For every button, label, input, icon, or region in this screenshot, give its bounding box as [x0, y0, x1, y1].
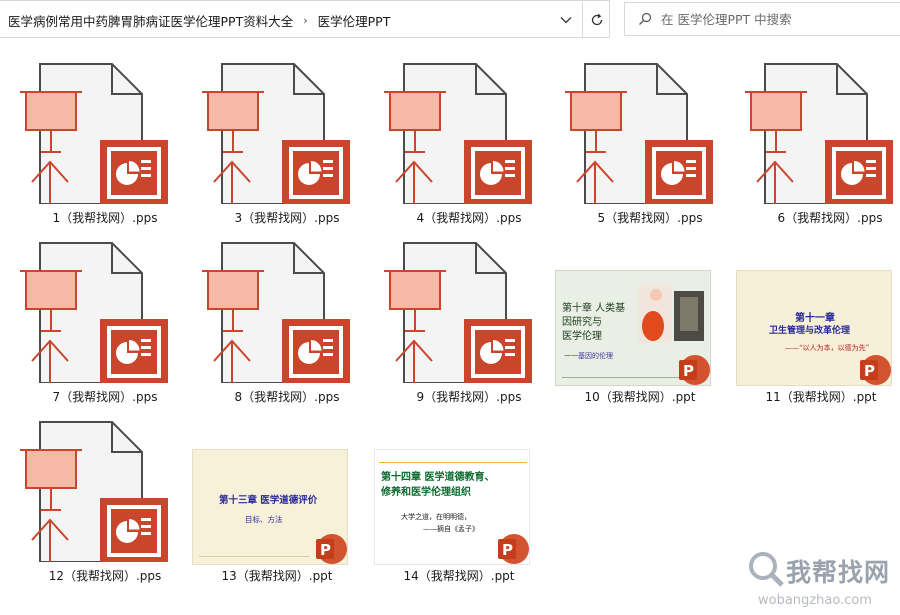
file-item[interactable]: 1（我帮找网）.pps — [20, 52, 190, 228]
magnifier-logo-icon — [749, 552, 784, 587]
slide-text: 目标、方法 — [245, 515, 283, 524]
breadcrumb-parent[interactable]: 医学病例常用中药脾胃肺病证医学伦理PPT资料大全 — [8, 11, 293, 30]
breadcrumb: 医学病例常用中药脾胃肺病证医学伦理PPT资料大全 › 医学伦理PPT — [8, 1, 390, 39]
slide-text: 因研究与 — [562, 317, 602, 328]
ppt-badge-icon — [316, 534, 347, 564]
address-dropdown-button[interactable] — [556, 9, 576, 31]
pps-file-icon — [20, 63, 169, 204]
file-name: 4（我帮找网）.pps — [416, 211, 522, 225]
pps-file-icon — [384, 63, 533, 204]
ppt-badge-icon — [498, 534, 529, 564]
file-name: 11（我帮找网）.ppt — [765, 390, 877, 404]
file-item[interactable]: 第十三章 医学道德评价 目标、方法 13（我帮找网）.ppt — [192, 410, 362, 586]
chevron-down-icon — [560, 17, 572, 24]
slide-text: ——“以人为本，以德为先” — [785, 344, 870, 352]
file-item[interactable]: 7（我帮找网）.pps — [20, 231, 190, 407]
slide-text: 第十四章 医学道德教育、 — [381, 472, 495, 483]
slide-text: 第十章 人类基 — [562, 303, 626, 314]
file-name: 6（我帮找网）.pps — [777, 211, 883, 225]
pps-file-icon — [565, 63, 714, 204]
slide-text: 大学之道，在明明德， — [401, 513, 471, 521]
ppt-badge-icon — [679, 355, 710, 385]
file-item[interactable]: 第十一章 卫生管理与改革伦理 ——“以人为本，以德为先” 11（我帮找网）.pp… — [736, 231, 900, 407]
file-name: 7（我帮找网）.pps — [52, 390, 158, 404]
pps-file-icon — [202, 63, 351, 204]
search-input[interactable] — [661, 11, 891, 27]
pps-file-icon — [745, 63, 894, 204]
file-item[interactable]: 3（我帮找网）.pps — [202, 52, 372, 228]
pps-file-icon — [20, 242, 169, 383]
file-name: 1（我帮找网）.pps — [52, 211, 158, 225]
pps-file-icon — [202, 242, 351, 383]
refresh-button[interactable] — [582, 2, 610, 37]
refresh-icon — [591, 13, 602, 25]
slide-text: ——摘自《孟子》 — [423, 525, 479, 533]
file-name: 14（我帮找网）.ppt — [403, 569, 515, 583]
file-item[interactable]: 8（我帮找网）.pps — [202, 231, 372, 407]
slide-thumbnail: 第十三章 医学道德评价 目标、方法 — [192, 449, 348, 565]
breadcrumb-separator-icon[interactable]: › — [303, 14, 307, 27]
slide-text: 一一基因的伦理 — [564, 352, 613, 360]
file-name: 9（我帮找网）.pps — [416, 390, 522, 404]
search-box[interactable] — [624, 2, 900, 36]
pps-file-icon — [20, 421, 169, 562]
watermark-text: 我帮找网 — [786, 558, 891, 587]
slide-thumbnail: 第十四章 医学道德教育、 修养和医学伦理组织 大学之道，在明明德， ——摘自《孟… — [374, 449, 530, 565]
file-item[interactable]: 9（我帮找网）.pps — [384, 231, 554, 407]
file-item[interactable]: 第十四章 医学道德教育、 修养和医学伦理组织 大学之道，在明明德， ——摘自《孟… — [374, 410, 544, 586]
file-name: 8（我帮找网）.pps — [234, 390, 340, 404]
breadcrumb-current[interactable]: 医学伦理PPT — [318, 11, 391, 30]
file-item[interactable]: 4（我帮找网）.pps — [384, 52, 554, 228]
search-icon — [637, 11, 653, 27]
file-item[interactable]: 5（我帮找网）.pps — [565, 52, 735, 228]
file-name: 10（我帮找网）.ppt — [584, 390, 696, 404]
file-name: 13（我帮找网）.ppt — [221, 569, 333, 583]
pps-file-icon — [384, 242, 533, 383]
slide-text: 卫生管理与改革伦理 — [769, 326, 851, 336]
file-item[interactable]: 6（我帮找网）.pps — [745, 52, 900, 228]
address-bar[interactable]: 医学病例常用中药脾胃肺病证医学伦理PPT资料大全 › 医学伦理PPT — [0, 0, 610, 38]
slide-text: 第十三章 医学道德评价 — [219, 495, 318, 506]
file-item[interactable]: 第十章 人类基 因研究与 医学伦理 一一基因的伦理 10（我帮找网）.ppt — [555, 231, 725, 407]
slide-thumbnail: 第十一章 卫生管理与改革伦理 ——“以人为本，以德为先” — [736, 270, 892, 386]
file-name: 3（我帮找网）.pps — [234, 211, 340, 225]
ppt-badge-icon — [860, 355, 891, 385]
slide-text: 医学伦理 — [562, 331, 602, 342]
slide-text: 修养和医学伦理组织 — [381, 487, 471, 498]
file-name: 5（我帮找网）.pps — [597, 211, 703, 225]
slide-image — [638, 285, 672, 343]
slide-thumbnail: 第十章 人类基 因研究与 医学伦理 一一基因的伦理 — [555, 270, 711, 386]
watermark: 我帮找网 wobangzhao.com — [742, 547, 900, 615]
file-item[interactable]: 12（我帮找网）.pps — [20, 410, 190, 586]
slide-text: 第十一章 — [795, 313, 835, 324]
watermark-url: wobangzhao.com — [758, 593, 872, 608]
slide-image — [674, 291, 704, 341]
file-name: 12（我帮找网）.pps — [48, 569, 162, 583]
